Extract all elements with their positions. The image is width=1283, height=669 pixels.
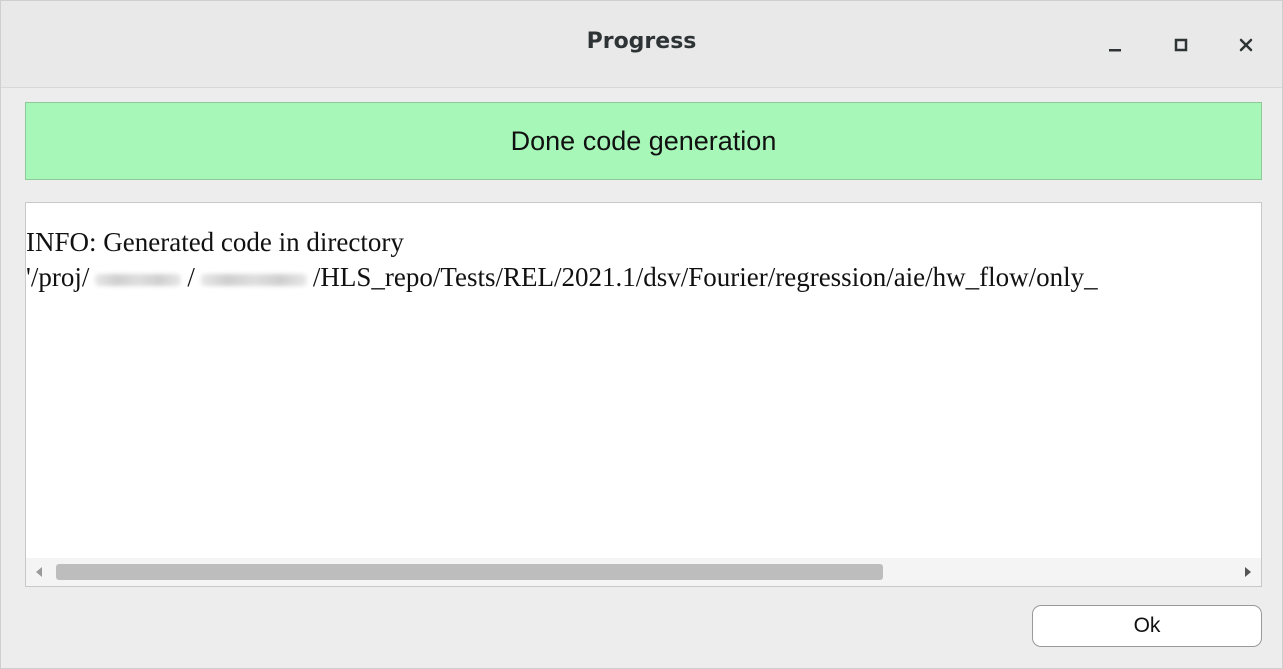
log-line-path: '/proj/ / /HLS_repo/Tests/REL/2021.1/dsv/F… — [26, 260, 1259, 295]
log-output-panel[interactable]: INFO: Generated code in directory '/proj… — [25, 202, 1262, 587]
path-suffix: /HLS_repo/Tests/REL/2021.1/dsv/Fourier/r… — [312, 262, 1098, 292]
scroll-right-button[interactable] — [1241, 565, 1255, 579]
minimize-button[interactable] — [1095, 25, 1135, 65]
status-text: Done code generation — [510, 125, 777, 156]
scroll-left-icon — [34, 563, 44, 582]
title-bar[interactable]: Progress — [1, 1, 1282, 88]
ok-button[interactable]: Ok — [1032, 605, 1262, 647]
horizontal-scrollbar[interactable] — [26, 558, 1261, 586]
scrollbar-thumb[interactable] — [56, 564, 883, 580]
scroll-right-icon — [1243, 563, 1253, 582]
redacted-username — [95, 273, 182, 286]
window-title: Progress — [586, 29, 697, 54]
maximize-button[interactable] — [1161, 25, 1201, 65]
status-banner: Done code generation — [25, 102, 1262, 180]
progress-dialog: Progress Done code generation INFO: Gene… — [0, 0, 1283, 669]
close-button[interactable] — [1226, 25, 1266, 65]
maximize-icon — [1173, 37, 1189, 53]
redacted-directory — [200, 273, 307, 286]
scroll-left-button[interactable] — [32, 565, 46, 579]
log-text[interactable]: INFO: Generated code in directory '/proj… — [26, 225, 1259, 555]
close-icon — [1238, 37, 1254, 53]
minimize-icon — [1107, 37, 1123, 53]
path-prefix: '/proj/ — [26, 262, 90, 292]
path-separator: / — [187, 262, 195, 292]
log-line-info: INFO: Generated code in directory — [26, 227, 404, 257]
